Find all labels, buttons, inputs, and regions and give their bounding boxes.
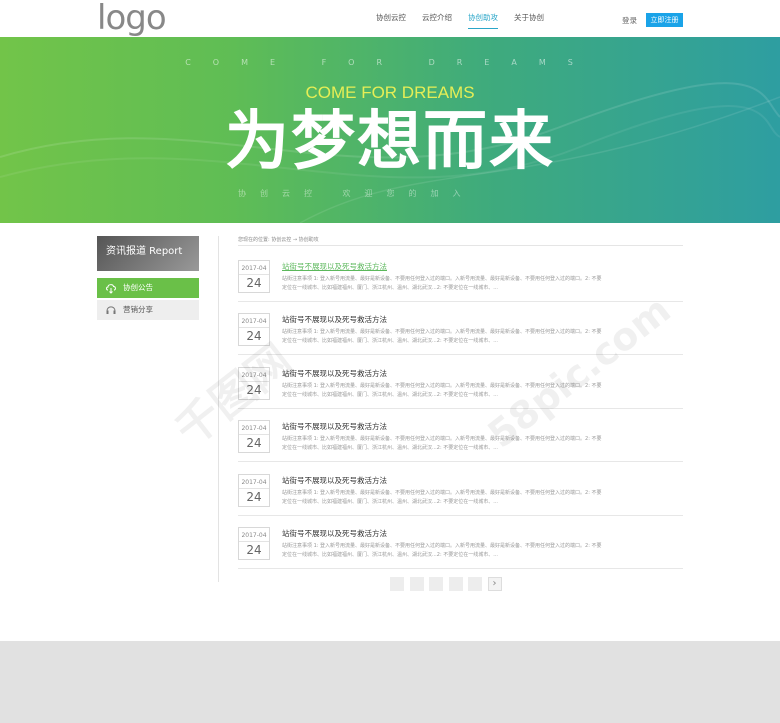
news-excerpt: 站街注意事项 1: 登入新号用流量、最好是新设备、不要用任何登入过的端口。入新号… xyxy=(282,383,602,398)
date-box: 2017-04 24 xyxy=(238,527,270,560)
date-day: 24 xyxy=(246,383,262,397)
sidebar-item-label: 协创公告 xyxy=(123,283,153,292)
page-button[interactable] xyxy=(468,577,482,591)
breadcrumb-divider xyxy=(238,245,683,246)
news-title-link[interactable]: 站街号不展现以及死号救活方法 xyxy=(282,368,387,379)
register-button[interactable]: 立即注册 xyxy=(646,13,683,27)
date-year-month: 2017-04 xyxy=(239,318,269,328)
date-day: 24 xyxy=(246,543,262,557)
list-item[interactable]: 2017-04 24 站街号不展现以及死号救活方法 站街注意事项 1: 登入新号… xyxy=(238,409,683,462)
news-excerpt: 站街注意事项 1: 登入新号用流量、最好是新设备、不要用任何登入过的端口。入新号… xyxy=(282,543,602,558)
banner-tagline: 协创云控 欢迎您的加入 xyxy=(238,189,475,198)
sidebar-item-label: 营销分享 xyxy=(123,305,153,314)
date-year-month: 2017-04 xyxy=(239,532,269,542)
list-item[interactable]: 2017-04 24 站街号不展现以及死号救活方法 站街注意事项 1: 登入新号… xyxy=(238,463,683,516)
news-title-link[interactable]: 站街号不展现以及死号救活方法 xyxy=(282,421,387,432)
date-year-month: 2017-04 xyxy=(239,265,269,275)
main-nav: 协创云控 云控介绍 协创助攻 关于协创 xyxy=(376,12,560,29)
page-button[interactable] xyxy=(390,577,404,591)
page-footer xyxy=(0,641,780,723)
news-excerpt: 站街注意事项 1: 登入新号用流量、最好是新设备、不要用任何登入过的端口。入新号… xyxy=(282,490,602,505)
date-day: 24 xyxy=(246,329,262,343)
news-excerpt: 站街注意事项 1: 登入新号用流量、最好是新设备、不要用任何登入过的端口。入新号… xyxy=(282,329,602,344)
list-item[interactable]: 2017-04 24 站街号不展现以及死号救活方法 站街注意事项 1: 登入新号… xyxy=(238,516,683,569)
date-box: 2017-04 24 xyxy=(238,420,270,453)
cloud-download-icon xyxy=(106,284,116,294)
page-button[interactable] xyxy=(448,577,463,591)
top-header: logo 协创云控 云控介绍 协创助攻 关于协创 登录 立即注册 xyxy=(0,0,780,37)
news-title-link[interactable]: 站街号不展现以及死号救活方法 xyxy=(282,261,387,272)
breadcrumb: 您现在的位置: 协创云控 → 协创助攻 xyxy=(238,237,319,243)
date-year-month: 2017-04 xyxy=(239,479,269,489)
date-day: 24 xyxy=(246,490,262,504)
sidebar-item-announcement[interactable]: 协创公告 xyxy=(97,278,199,298)
content-divider xyxy=(218,236,219,582)
news-title-link[interactable]: 站街号不展现以及死号救活方法 xyxy=(282,314,387,325)
nav-item-cloud-control[interactable]: 协创云控 xyxy=(376,12,406,29)
date-day: 24 xyxy=(246,276,262,290)
headset-icon xyxy=(106,306,116,314)
page-button[interactable] xyxy=(429,577,443,591)
pagination: › xyxy=(390,577,507,591)
date-year-month: 2017-04 xyxy=(239,372,269,382)
list-item[interactable]: 2017-04 24 站街号不展现以及死号救活方法 站街注意事项 1: 登入新号… xyxy=(238,356,683,409)
date-box: 2017-04 24 xyxy=(238,313,270,346)
banner-title: 为梦想而来 xyxy=(225,105,555,179)
sidebar-header-title: 资讯报道 Report xyxy=(106,246,183,257)
nav-item-intro[interactable]: 云控介绍 xyxy=(422,12,452,29)
date-box: 2017-04 24 xyxy=(238,260,270,293)
next-page-button[interactable]: › xyxy=(487,577,502,591)
nav-item-about[interactable]: 关于协创 xyxy=(514,12,544,29)
hero-banner: COME FOR DREAMS COME FOR DREAMS 为梦想而来 协创… xyxy=(0,37,780,223)
news-title-link[interactable]: 站街号不展现以及死号救活方法 xyxy=(282,475,387,486)
sidebar-item-marketing[interactable]: 营销分享 xyxy=(97,300,199,320)
date-box: 2017-04 24 xyxy=(238,367,270,400)
sidebar-header: 资讯报道 Report xyxy=(97,236,199,271)
news-excerpt: 站街注意事项 1: 登入新号用流量、最好是新设备、不要用任何登入过的端口。入新号… xyxy=(282,436,602,451)
nav-item-assist[interactable]: 协创助攻 xyxy=(468,12,498,29)
date-year-month: 2017-04 xyxy=(239,425,269,435)
news-title-link[interactable]: 站街号不展现以及死号救活方法 xyxy=(282,528,387,539)
list-item[interactable]: 2017-04 24 站街号不展现以及死号救活方法 站街注意事项 1: 登入新号… xyxy=(238,249,683,302)
date-box: 2017-04 24 xyxy=(238,474,270,507)
banner-spaced-text: COME FOR DREAMS xyxy=(185,58,595,67)
page-button[interactable] xyxy=(409,577,424,591)
news-excerpt: 站街注意事项 1: 登入新号用流量、最好是新设备、不要用任何登入过的端口。入新号… xyxy=(282,276,602,291)
site-logo[interactable]: logo xyxy=(97,0,167,37)
list-item[interactable]: 2017-04 24 站街号不展现以及死号救活方法 站街注意事项 1: 登入新号… xyxy=(238,302,683,355)
banner-subtitle: COME FOR DREAMS xyxy=(305,83,475,102)
login-link[interactable]: 登录 xyxy=(622,15,637,26)
date-day: 24 xyxy=(246,436,262,450)
